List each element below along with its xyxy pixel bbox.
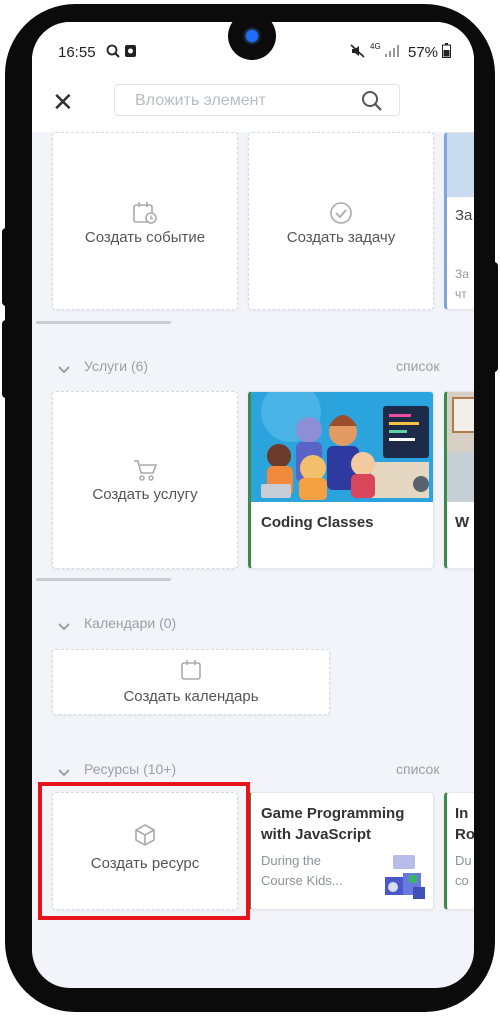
search-input[interactable]: Вложить элемент [114,84,400,116]
highlight-box [38,782,250,920]
partial-service-title: W [455,514,470,531]
partial-card[interactable]: За За чт [444,132,474,310]
partial-resource-title2: Ro [455,826,474,843]
resources-list-link[interactable]: список [396,761,439,777]
search-placeholder: Вложить элемент [135,92,266,109]
notification-icon [124,44,137,61]
coding-classes-illustration [251,392,433,502]
create-service-card[interactable]: Создать услугу [52,391,238,569]
network-label: 4G [370,42,381,51]
chevron-down-icon[interactable] [58,766,70,780]
partial-card-sub2: чт [455,287,467,301]
game-thumbnail-icon [379,851,431,908]
partial-card-title: За [455,207,473,224]
create-calendar-label: Создать календарь [123,688,259,705]
side-button [2,320,10,398]
resources-header[interactable]: Ресурсы (10+) [84,761,176,777]
chevron-down-icon[interactable] [58,620,70,634]
resource-title-line1: Game Programming [261,805,405,822]
status-time: 16:55 [58,44,96,61]
partial-resource-sub2: co [455,873,469,888]
services-list-link[interactable]: список [396,358,439,374]
close-icon[interactable]: ✕ [52,89,74,115]
calendars-header[interactable]: Календари (0) [84,615,176,631]
search-status-icon [106,44,120,61]
chevron-down-icon[interactable] [58,363,70,377]
create-task-label: Создать задачу [286,229,396,246]
partial-service-image [447,392,474,502]
create-task-card[interactable]: Создать задачу [248,132,434,310]
mute-icon [350,44,366,61]
check-circle-icon [329,201,353,230]
partial-card-sub1: За [455,267,469,281]
section-divider [36,321,171,324]
calendar-clock-icon [132,201,158,230]
battery-icon [442,43,451,61]
partial-resource-sub1: Du [455,853,472,868]
resource-desc-line1: During the [261,853,321,868]
resource-desc-line2: Course Kids... [261,873,343,888]
create-event-label: Создать событие [84,229,206,246]
section-divider [36,578,171,581]
coding-classes-title: Coding Classes [261,514,374,531]
calendar-icon [180,660,202,685]
create-event-card[interactable]: Создать событие [52,132,238,310]
create-service-label: Создать услугу [92,486,198,503]
service-card-coding-classes[interactable]: Coding Classes [248,391,434,569]
resource-title-line2: with JavaScript [261,826,372,843]
resource-card-game-programming[interactable]: Game Programming with JavaScript During … [248,792,434,910]
partial-card-image [447,133,474,197]
top-bar: ✕ Вложить элемент [32,74,474,132]
services-header[interactable]: Услуги (6) [84,358,148,374]
search-icon[interactable] [361,90,383,117]
create-calendar-card[interactable]: Создать календарь [52,649,330,715]
signal-icon [384,44,400,61]
partial-resource-title1: In [455,805,469,822]
cart-icon [132,458,158,487]
side-button [490,262,498,372]
front-camera [228,12,276,60]
battery-percent: 57% [408,44,439,61]
partial-service-card[interactable]: W [444,391,474,569]
partial-resource-card[interactable]: In Ro Du co [444,792,474,910]
side-button [2,228,10,306]
